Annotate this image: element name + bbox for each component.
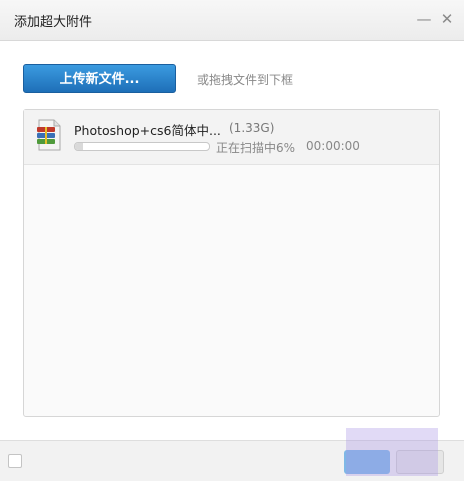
window-title: 添加超大附件 [14,15,93,30]
file-size: (1.33G) [229,121,275,135]
footer-checkbox[interactable] [8,454,22,468]
file-list-item[interactable]: Photoshop+cs6简体中... (1.33G) 正在扫描中6% 00:0… [24,110,439,165]
scan-status-text: 正在扫描中6% [216,141,296,155]
minimize-button[interactable]: — [415,10,433,28]
file-drop-area[interactable]: Photoshop+cs6简体中... (1.33G) 正在扫描中6% 00:0… [23,109,440,417]
scan-progress-fill [75,143,84,150]
watermark-overlay [346,428,438,476]
close-button[interactable]: ✕ [438,10,456,28]
scan-progress-bar [74,142,210,151]
title-bar: 添加超大附件 — ✕ [0,0,464,41]
upload-new-file-button[interactable]: 上传新文件... [23,64,176,93]
drag-hint-text: 或拖拽文件到下框 [197,73,294,87]
archive-file-icon [36,119,62,151]
file-name: Photoshop+cs6简体中... [74,123,221,138]
elapsed-time: 00:00:00 [306,139,360,153]
